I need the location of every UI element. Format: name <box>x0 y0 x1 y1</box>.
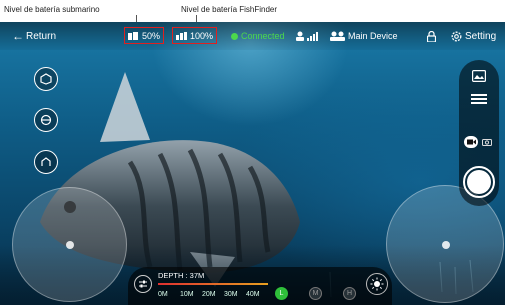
lock-icon <box>427 30 436 42</box>
depth-gauge <box>158 283 268 285</box>
camera-icon[interactable] <box>482 138 492 146</box>
sonar-button[interactable] <box>34 67 58 91</box>
submarine-battery-value: 50% <box>142 30 161 41</box>
device-icon <box>330 31 345 41</box>
light-icon <box>370 277 384 291</box>
light-mode-low[interactable]: L <box>275 287 288 300</box>
battery-icon <box>176 31 187 40</box>
video-mode-button[interactable] <box>464 136 478 148</box>
battery-icon <box>128 31 138 40</box>
connection-status: Connected <box>231 28 285 44</box>
connection-status-label: Connected <box>241 31 285 41</box>
callout-submarine-battery: Nivel de batería submarino <box>4 5 100 14</box>
sonar-icon <box>40 73 52 85</box>
depth-bar: DEPTH : 37M 0M 10M 20M 30M 40M L M H <box>128 267 392 305</box>
signal-icon <box>296 31 318 41</box>
lock-button[interactable] <box>427 28 436 44</box>
depth-scale-label: 40M <box>246 291 260 298</box>
home-button[interactable] <box>34 150 58 174</box>
return-label: Return <box>26 30 57 42</box>
depth-scale-label: 30M <box>224 291 238 298</box>
main-device-selector[interactable]: Main Device <box>330 28 398 44</box>
camera-view: ← Return 50% 100% Connected Main Device … <box>0 22 505 305</box>
video-icon <box>466 139 476 145</box>
submarine-icon <box>40 114 52 126</box>
main-device-label: Main Device <box>348 31 398 41</box>
hover-button[interactable] <box>34 108 58 132</box>
home-icon <box>41 157 51 166</box>
submarine-battery-indicator: 50% <box>124 27 165 44</box>
divider <box>471 102 487 104</box>
fishfinder-battery-indicator: 100% <box>172 27 218 44</box>
divider <box>471 94 487 96</box>
light-button[interactable] <box>366 273 388 295</box>
gear-icon <box>451 31 462 41</box>
callout-area: Nivel de batería submarino Nivel de bate… <box>0 0 505 27</box>
return-button[interactable]: ← Return <box>12 28 56 44</box>
sliders-icon <box>139 280 147 288</box>
depth-settings-button[interactable] <box>134 275 152 293</box>
status-dot-icon <box>231 32 238 40</box>
top-bar: ← Return 50% 100% Connected Main Device … <box>0 22 505 50</box>
left-joystick-knob[interactable] <box>66 241 74 249</box>
setting-label: Setting <box>465 30 497 42</box>
shutter-button[interactable] <box>463 166 495 198</box>
left-joystick[interactable] <box>12 187 127 302</box>
depth-scale-label: 20M <box>202 291 216 298</box>
light-mode-high[interactable]: H <box>343 287 356 300</box>
setting-button[interactable]: Setting <box>451 28 496 44</box>
depth-label: DEPTH : 37M <box>158 271 205 280</box>
signal-indicator <box>296 28 318 44</box>
right-joystick-knob[interactable] <box>442 241 450 249</box>
depth-scale-label: 10M <box>180 291 194 298</box>
shutter-inner <box>467 170 491 194</box>
capture-panel <box>459 60 499 206</box>
fishfinder-battery-value: 100% <box>190 30 214 41</box>
divider <box>471 98 487 100</box>
callout-fishfinder-battery: Nivel de batería FishFinder <box>181 5 278 14</box>
depth-scale-label: 0M <box>158 291 168 298</box>
gallery-icon[interactable] <box>472 70 486 82</box>
light-mode-medium[interactable]: M <box>309 287 322 300</box>
return-arrow-icon: ← <box>12 29 24 43</box>
